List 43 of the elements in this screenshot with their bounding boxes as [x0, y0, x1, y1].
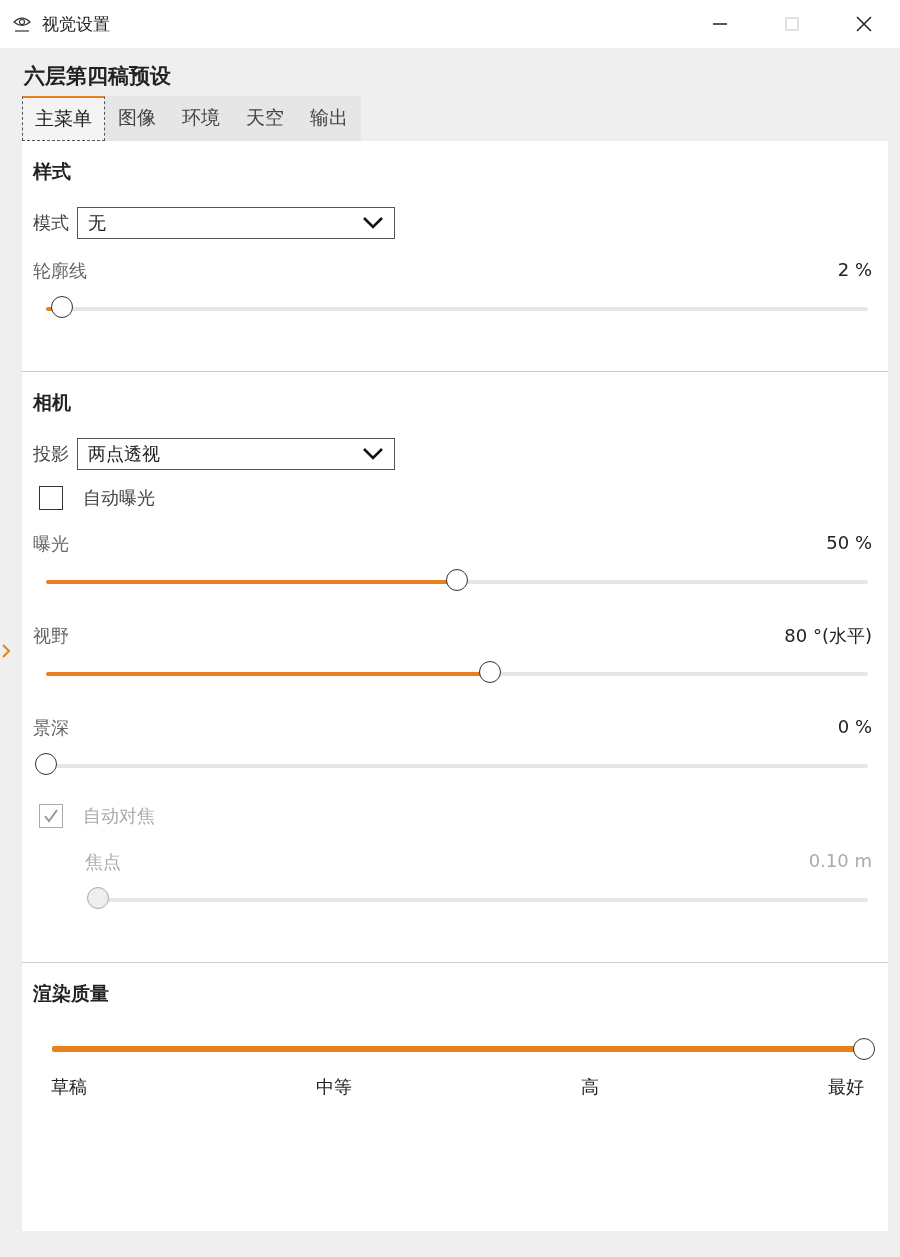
check-icon: [42, 807, 60, 825]
slider-value: 80 °(水平): [784, 624, 872, 648]
preset-title: 六层第四稿预设: [22, 63, 172, 90]
chevron-down-icon: [362, 447, 384, 461]
step-label: 高: [581, 1075, 599, 1099]
slider-value: 50 %: [826, 532, 872, 555]
slider-label: 景深: [33, 716, 69, 740]
slider-thumb[interactable]: [51, 296, 74, 318]
chevron-down-icon: [362, 216, 384, 230]
slider-value: 0 %: [837, 716, 872, 739]
minimize-icon: [713, 23, 727, 25]
dropdown[interactable]: 两点透视: [77, 438, 395, 470]
slider-label: 视野: [33, 624, 69, 648]
step-label: 草稿: [51, 1075, 87, 1099]
maximize-icon: [782, 14, 802, 34]
eye-icon: [12, 15, 32, 33]
section-title: 样式: [33, 159, 72, 184]
close-icon: [854, 14, 874, 34]
slider-label: 曝光: [33, 532, 69, 556]
step-label: 最好: [828, 1075, 864, 1099]
tab[interactable]: 主菜单: [22, 96, 105, 141]
slider-thumb[interactable]: [478, 661, 501, 683]
checkbox-label: 自动曝光: [83, 486, 155, 510]
slider-label: 焦点: [85, 850, 121, 874]
tab[interactable]: 输出: [297, 96, 361, 141]
tab[interactable]: 天空: [233, 96, 297, 141]
section-title: 相机: [33, 390, 72, 415]
tab[interactable]: 图像: [105, 96, 169, 141]
tab[interactable]: 环境: [169, 96, 233, 141]
field-label: 投影: [33, 442, 69, 466]
checkbox[interactable]: [39, 486, 63, 510]
section-title: 渲染质量: [33, 981, 110, 1006]
slider-value: 2 %: [837, 259, 872, 282]
slider-thumb[interactable]: [446, 569, 468, 591]
step-label: 中等: [316, 1075, 352, 1099]
slider-thumb[interactable]: [853, 1038, 875, 1060]
slider-label: 轮廓线: [33, 259, 87, 283]
checkbox-label: 自动对焦: [83, 804, 155, 828]
field-label: 模式: [33, 211, 69, 235]
slider-thumb[interactable]: [35, 753, 57, 775]
slider-value: 0.10 m: [808, 850, 872, 873]
dropdown[interactable]: 无: [77, 207, 395, 239]
window-title: 视觉设置: [42, 12, 110, 36]
